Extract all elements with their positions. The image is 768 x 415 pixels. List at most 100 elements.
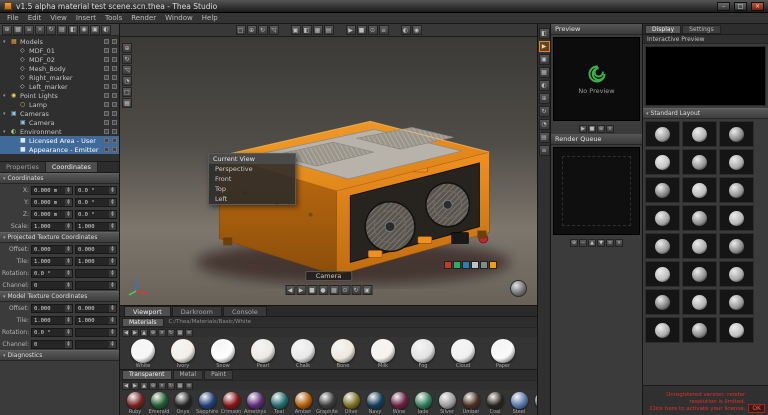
active-camera-label[interactable]: Camera [305, 271, 353, 281]
menu-item[interactable]: Insert [76, 14, 96, 22]
enable-checkbox[interactable] [112, 75, 117, 80]
context-menu-item[interactable]: Top [209, 184, 295, 194]
scene-tool-icon[interactable]: ◐ [101, 25, 111, 35]
queue-tool-icon[interactable]: ⊕ [570, 239, 578, 247]
layout-thumbnail[interactable] [682, 177, 717, 203]
browser-tool-icon[interactable]: ▶ [131, 382, 139, 390]
browser-tab[interactable]: Metal [173, 370, 204, 380]
viewport-bottom-tool-icon[interactable]: ↻ [351, 285, 361, 295]
value-spinbox[interactable] [75, 269, 117, 278]
enable-checkbox[interactable] [112, 111, 117, 116]
menu-item[interactable]: Edit [28, 14, 42, 22]
mode-button[interactable]: ▤ [539, 132, 550, 143]
material-item[interactable]: Amethyst [244, 392, 266, 415]
browser-tool-icon[interactable]: ▶ [131, 329, 139, 337]
scene-tool-icon[interactable]: ◉ [79, 25, 89, 35]
enable-checkbox[interactable] [112, 120, 117, 125]
preview-tool-icon[interactable]: ▶ [579, 125, 587, 133]
context-menu-item[interactable]: Left [209, 194, 295, 204]
browser-tool-icon[interactable]: × [158, 382, 166, 390]
viewport-bottom-tool-icon[interactable]: ● [318, 285, 328, 295]
viewport-bottom-tool-icon[interactable]: ⊙ [340, 285, 350, 295]
layout-thumbnail[interactable] [719, 233, 754, 259]
layout-thumbnail[interactable] [645, 149, 680, 175]
render-tool-icon[interactable]: ■ [357, 25, 367, 35]
material-item[interactable]: Bone [324, 339, 362, 369]
browser-tab[interactable]: Transparent [122, 370, 172, 380]
browser-tool-icon[interactable]: ⊕ [149, 382, 157, 390]
material-item[interactable]: Graphite [316, 392, 338, 415]
value-spinbox[interactable]: 1.000 [75, 222, 117, 231]
mode-button[interactable]: ↻ [539, 106, 550, 117]
viewport-bottom-tool-icon[interactable]: ▦ [329, 285, 339, 295]
expander-icon[interactable]: ▾ [3, 111, 9, 117]
layout-header[interactable]: Standard Layout [643, 108, 768, 119]
viewport-side-tool-icon[interactable]: ⊕ [122, 43, 132, 53]
layout-thumbnail[interactable] [645, 121, 680, 147]
value-spinbox[interactable]: 0.000 [31, 245, 73, 254]
render-preview-box[interactable]: No Preview [553, 37, 640, 121]
queue-tool-icon[interactable]: × [615, 239, 623, 247]
layout-thumbnail[interactable] [719, 177, 754, 203]
mode-button[interactable]: ▦ [539, 67, 550, 78]
viewport-tab[interactable]: Darkroom [172, 306, 222, 316]
value-spinbox[interactable]: 1.000 [75, 316, 117, 325]
browser-tool-icon[interactable]: ◀ [122, 382, 130, 390]
scene-tool-icon[interactable]: ≡ [24, 25, 34, 35]
material-item[interactable]: Olive [340, 392, 362, 415]
browser-tool-icon[interactable]: ⊕ [149, 329, 157, 337]
layout-thumbnail[interactable] [682, 121, 717, 147]
layout-thumbnail[interactable] [645, 289, 680, 315]
visibility-checkbox[interactable] [104, 111, 109, 116]
menu-item[interactable]: Help [202, 14, 218, 22]
material-item[interactable]: Steel [508, 392, 530, 415]
viewport-bottom-tool-icon[interactable]: ■ [307, 285, 317, 295]
render-queue-box[interactable] [553, 147, 640, 235]
layout-thumbnail[interactable] [682, 149, 717, 175]
viewport-side-tool-icon[interactable]: ▦ [122, 98, 132, 108]
view-tool-icon[interactable]: ▤ [324, 25, 334, 35]
maximize-button[interactable]: □ [734, 2, 747, 11]
value-spinbox[interactable]: 0.0 ° [75, 198, 117, 207]
material-item[interactable]: Jade [412, 392, 434, 415]
scene-tool-icon[interactable]: ↻ [46, 25, 56, 35]
color-swatch-button[interactable] [453, 261, 461, 269]
material-item[interactable]: Teal [268, 392, 290, 415]
value-spinbox[interactable] [75, 340, 117, 349]
render-tool-icon[interactable]: ⊙ [368, 25, 378, 35]
viewport-side-tool-icon[interactable]: ◹ [122, 65, 132, 75]
material-item[interactable]: Emerald [148, 392, 170, 415]
browser-tool-icon[interactable]: ◀ [122, 329, 130, 337]
view-tool-icon[interactable]: ◧ [302, 25, 312, 35]
browser-tab[interactable]: Paint [204, 370, 233, 380]
value-spinbox[interactable]: 1.000 [75, 257, 117, 266]
value-spinbox[interactable]: 0.000 [75, 245, 117, 254]
value-spinbox[interactable]: 0 [31, 340, 73, 349]
color-swatch-button[interactable] [471, 261, 479, 269]
context-menu-item[interactable]: Front [209, 174, 295, 184]
enable-checkbox[interactable] [112, 48, 117, 53]
layout-thumbnail[interactable] [645, 317, 680, 343]
mode-button[interactable]: ▣ [539, 54, 550, 65]
value-spinbox[interactable] [75, 328, 117, 337]
material-item[interactable]: Onyx [172, 392, 194, 415]
browser-tool-icon[interactable]: ▲ [140, 329, 148, 337]
viewport-tab[interactable]: Viewport [124, 306, 171, 316]
context-menu-item[interactable]: Perspective [209, 164, 295, 174]
browser-tab[interactable]: Materials [122, 318, 164, 327]
visibility-checkbox[interactable] [104, 147, 109, 152]
material-item[interactable]: Umber [460, 392, 482, 415]
value-spinbox[interactable]: 0.0 ° [31, 328, 73, 337]
enable-checkbox[interactable] [112, 84, 117, 89]
section-header-diagnostics[interactable]: Diagnostics [0, 350, 119, 361]
browser-tool-icon[interactable]: ≡ [185, 382, 193, 390]
layout-thumbnail[interactable] [645, 205, 680, 231]
close-button[interactable]: × [751, 2, 764, 11]
material-item[interactable]: Paper [484, 339, 522, 369]
value-spinbox[interactable]: 0 [31, 281, 73, 290]
value-spinbox[interactable]: 1.000 [31, 257, 73, 266]
visibility-checkbox[interactable] [104, 57, 109, 62]
layout-thumbnail[interactable] [682, 233, 717, 259]
view-tool-icon[interactable]: ▣ [291, 25, 301, 35]
properties-tab[interactable]: Coordinates [46, 162, 98, 172]
